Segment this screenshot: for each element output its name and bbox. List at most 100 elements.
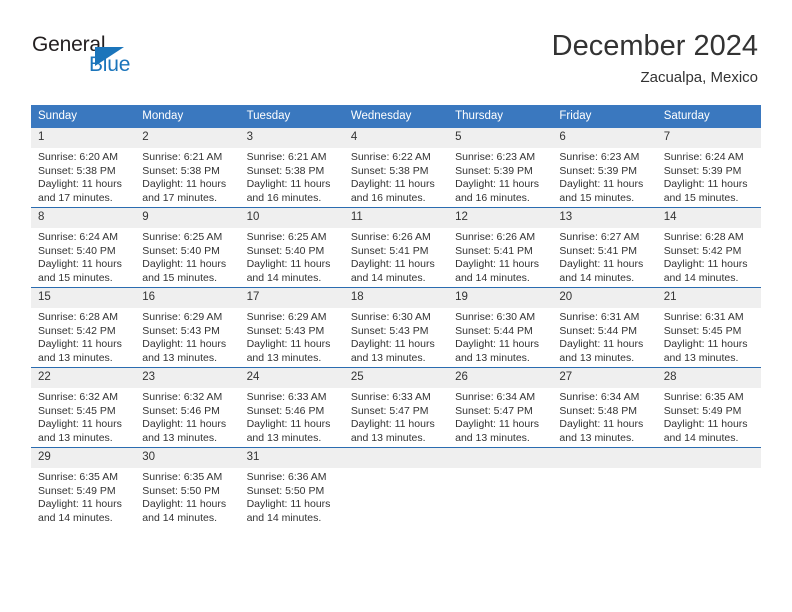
calendar-day-cell[interactable]: 19 Sunrise: 6:30 AM Sunset: 5:44 PM Dayligh…: [448, 287, 553, 368]
daylight-text-line1: Daylight: 11 hours: [142, 258, 227, 271]
day-number: 25: [343, 368, 449, 388]
calendar-day-cell[interactable]: 5 Sunrise: 6:23 AM Sunset: 5:39 PM Daylight…: [448, 128, 553, 208]
daylight-text-line1: Daylight: 11 hours: [559, 258, 644, 271]
day-number: [552, 448, 657, 468]
sunrise-text: Sunrise: 6:32 AM: [38, 391, 118, 403]
sunrise-text: Sunrise: 6:23 AM: [455, 151, 536, 163]
calendar-day-cell[interactable]: 15 Sunrise: 6:28 AM Sunset: 5:42 PM Dayligh…: [31, 287, 136, 368]
day-number: [656, 448, 761, 468]
calendar-day-cell[interactable]: 7 Sunrise: 6:24 AM Sunset: 5:39 PM Daylight…: [656, 128, 761, 208]
calendar-day-cell[interactable]: 18 Sunrise: 6:30 AM Sunset: 5:43 PM Dayligh…: [343, 287, 449, 368]
daylight-text-line1: Daylight: 11 hours: [663, 258, 748, 271]
calendar-day-cell[interactable]: 12 Sunrise: 6:26 AM Sunset: 5:41 PM Dayligh…: [448, 207, 553, 288]
daylight-text-line2: and 16 minutes.: [246, 191, 322, 204]
sunrise-text: Sunrise: 6:31 AM: [559, 311, 640, 323]
sunset-text: Sunset: 5:39 PM: [455, 164, 533, 177]
weekday-header-thursday: Thursday: [448, 105, 553, 128]
day-details: Sunrise: 6:25 AM Sunset: 5:40 PM Daylight:…: [135, 228, 239, 285]
calendar-day-cell[interactable]: 1 Sunrise: 6:20 AM Sunset: 5:38 PM Daylight…: [31, 128, 136, 208]
sunset-text: Sunset: 5:47 PM: [350, 404, 429, 417]
calendar-day-cell[interactable]: 17 Sunrise: 6:29 AM Sunset: 5:43 PM Dayligh…: [239, 287, 344, 368]
day-cell-inner: 1 Sunrise: 6:20 AM Sunset: 5:38 PM Daylight…: [31, 128, 136, 207]
sunset-text: Sunset: 5:39 PM: [559, 164, 638, 177]
calendar-day-cell[interactable]: 16 Sunrise: 6:29 AM Sunset: 5:43 PM Dayligh…: [135, 287, 240, 368]
calendar-day-cell[interactable]: 13 Sunrise: 6:27 AM Sunset: 5:41 PM Dayligh…: [552, 207, 657, 288]
calendar-day-cell[interactable]: 29 Sunrise: 6:35 AM Sunset: 5:49 PM Dayligh…: [31, 447, 136, 527]
day-cell-inner: 24 Sunrise: 6:33 AM Sunset: 5:46 PM Dayligh…: [239, 368, 344, 448]
general-blue-logo[interactable]: General Blue: [32, 34, 202, 86]
calendar-day-cell[interactable]: 20 Sunrise: 6:31 AM Sunset: 5:44 PM Dayligh…: [552, 287, 657, 368]
day-details: Sunrise: 6:24 AM Sunset: 5:39 PM Daylight:…: [657, 148, 761, 205]
day-number: 5: [448, 128, 553, 148]
day-number: 14: [656, 208, 761, 228]
calendar-day-cell[interactable]: 30 Sunrise: 6:35 AM Sunset: 5:50 PM Dayligh…: [135, 447, 240, 527]
sunrise-text: Sunrise: 6:22 AM: [350, 151, 431, 163]
daylight-text-line1: Daylight: 11 hours: [38, 178, 122, 191]
day-cell-inner: 22 Sunrise: 6:32 AM Sunset: 5:45 PM Dayligh…: [31, 368, 136, 448]
day-number: 7: [656, 128, 761, 148]
sunset-text: Sunset: 5:43 PM: [246, 324, 325, 337]
sunrise-text: Sunrise: 6:31 AM: [663, 311, 744, 323]
calendar-day-cell[interactable]: 21 Sunrise: 6:31 AM Sunset: 5:45 PM Dayligh…: [656, 287, 761, 368]
day-details: Sunrise: 6:32 AM Sunset: 5:45 PM Daylight:…: [31, 388, 135, 445]
day-details: Sunrise: 6:27 AM Sunset: 5:41 PM Daylight:…: [552, 228, 656, 285]
day-cell-inner: [656, 448, 761, 527]
daylight-text-line1: Daylight: 11 hours: [142, 418, 227, 431]
daylight-text-line1: Daylight: 11 hours: [663, 338, 748, 351]
day-cell-inner: 28 Sunrise: 6:35 AM Sunset: 5:49 PM Dayligh…: [656, 368, 761, 448]
calendar-day-cell[interactable]: 2 Sunrise: 6:21 AM Sunset: 5:38 PM Daylight…: [135, 128, 240, 208]
calendar-day-cell[interactable]: 11 Sunrise: 6:26 AM Sunset: 5:41 PM Dayligh…: [343, 207, 449, 288]
sunrise-text: Sunrise: 6:24 AM: [663, 151, 744, 163]
day-cell-inner: 16 Sunrise: 6:29 AM Sunset: 5:43 PM Dayligh…: [135, 288, 240, 368]
calendar-day-cell[interactable]: 10 Sunrise: 6:25 AM Sunset: 5:40 PM Dayligh…: [239, 207, 344, 288]
sunrise-text: Sunrise: 6:32 AM: [142, 391, 223, 403]
daylight-text-line2: and 13 minutes.: [455, 351, 530, 364]
calendar-day-cell[interactable]: 28 Sunrise: 6:35 AM Sunset: 5:49 PM Dayligh…: [656, 367, 761, 448]
sunset-text: Sunset: 5:43 PM: [142, 324, 220, 337]
calendar-day-cell[interactable]: 4 Sunrise: 6:22 AM Sunset: 5:38 PM Daylight…: [343, 128, 449, 208]
calendar-day-cell[interactable]: 23 Sunrise: 6:32 AM Sunset: 5:46 PM Dayligh…: [135, 367, 240, 448]
daylight-text-line2: and 16 minutes.: [350, 191, 426, 204]
day-details: Sunrise: 6:28 AM Sunset: 5:42 PM Daylight:…: [657, 228, 761, 285]
sunrise-text: Sunrise: 6:35 AM: [663, 391, 744, 403]
calendar-day-cell[interactable]: 24 Sunrise: 6:33 AM Sunset: 5:46 PM Dayligh…: [239, 367, 344, 448]
daylight-text-line1: Daylight: 11 hours: [455, 418, 539, 431]
calendar-day-cell[interactable]: 22 Sunrise: 6:32 AM Sunset: 5:45 PM Dayligh…: [31, 367, 136, 448]
sunset-text: Sunset: 5:38 PM: [350, 164, 429, 177]
sunrise-text: Sunrise: 6:26 AM: [350, 231, 431, 243]
day-details: Sunrise: 6:25 AM Sunset: 5:40 PM Daylight:…: [240, 228, 344, 285]
daylight-text-line1: Daylight: 11 hours: [559, 418, 644, 431]
day-number: 16: [135, 288, 240, 308]
calendar-day-cell[interactable]: 3 Sunrise: 6:21 AM Sunset: 5:38 PM Daylight…: [239, 128, 344, 208]
day-number: 6: [552, 128, 657, 148]
daylight-text-line2: and 13 minutes.: [246, 351, 322, 364]
sunrise-text: Sunrise: 6:34 AM: [455, 391, 536, 403]
calendar-week-row: 15 Sunrise: 6:28 AM Sunset: 5:42 PM Dayligh…: [31, 287, 761, 368]
day-cell-inner: 4 Sunrise: 6:22 AM Sunset: 5:38 PM Daylight…: [343, 128, 449, 207]
calendar-day-cell[interactable]: 9 Sunrise: 6:25 AM Sunset: 5:40 PM Daylight…: [135, 207, 240, 288]
day-cell-inner: 26 Sunrise: 6:34 AM Sunset: 5:47 PM Dayligh…: [448, 368, 553, 448]
calendar-day-cell[interactable]: 27 Sunrise: 6:34 AM Sunset: 5:48 PM Dayligh…: [552, 367, 657, 448]
sunset-text: Sunset: 5:44 PM: [455, 324, 533, 337]
day-details: Sunrise: 6:26 AM Sunset: 5:41 PM Daylight:…: [448, 228, 552, 285]
calendar-page: General Blue December 2024 Zacualpa, Mex…: [0, 0, 792, 612]
day-number: 27: [552, 368, 657, 388]
calendar-week-row: 22 Sunrise: 6:32 AM Sunset: 5:45 PM Dayligh…: [31, 367, 761, 448]
calendar-day-cell[interactable]: 6 Sunrise: 6:23 AM Sunset: 5:39 PM Daylight…: [552, 128, 657, 208]
day-number: 9: [135, 208, 240, 228]
calendar-day-cell[interactable]: 14 Sunrise: 6:28 AM Sunset: 5:42 PM Dayligh…: [656, 207, 761, 288]
daylight-text-line1: Daylight: 11 hours: [246, 418, 331, 431]
calendar-day-cell[interactable]: 8 Sunrise: 6:24 AM Sunset: 5:40 PM Daylight…: [31, 207, 136, 288]
sunrise-text: Sunrise: 6:35 AM: [38, 471, 118, 483]
daylight-text-line2: and 14 minutes.: [455, 271, 530, 284]
daylight-text-line1: Daylight: 11 hours: [142, 498, 227, 511]
day-cell-inner: 10 Sunrise: 6:25 AM Sunset: 5:40 PM Dayligh…: [239, 208, 344, 288]
day-cell-inner: 6 Sunrise: 6:23 AM Sunset: 5:39 PM Daylight…: [552, 128, 657, 207]
day-number: 30: [135, 448, 240, 468]
calendar-day-cell[interactable]: 31 Sunrise: 6:36 AM Sunset: 5:50 PM Dayligh…: [239, 447, 344, 527]
daylight-text-line2: and 13 minutes.: [559, 351, 635, 364]
calendar-day-cell[interactable]: 26 Sunrise: 6:34 AM Sunset: 5:47 PM Dayligh…: [448, 367, 553, 448]
sunset-text: Sunset: 5:46 PM: [246, 404, 325, 417]
calendar-day-cell[interactable]: 25 Sunrise: 6:33 AM Sunset: 5:47 PM Dayligh…: [343, 367, 449, 448]
daylight-text-line2: and 13 minutes.: [350, 351, 426, 364]
